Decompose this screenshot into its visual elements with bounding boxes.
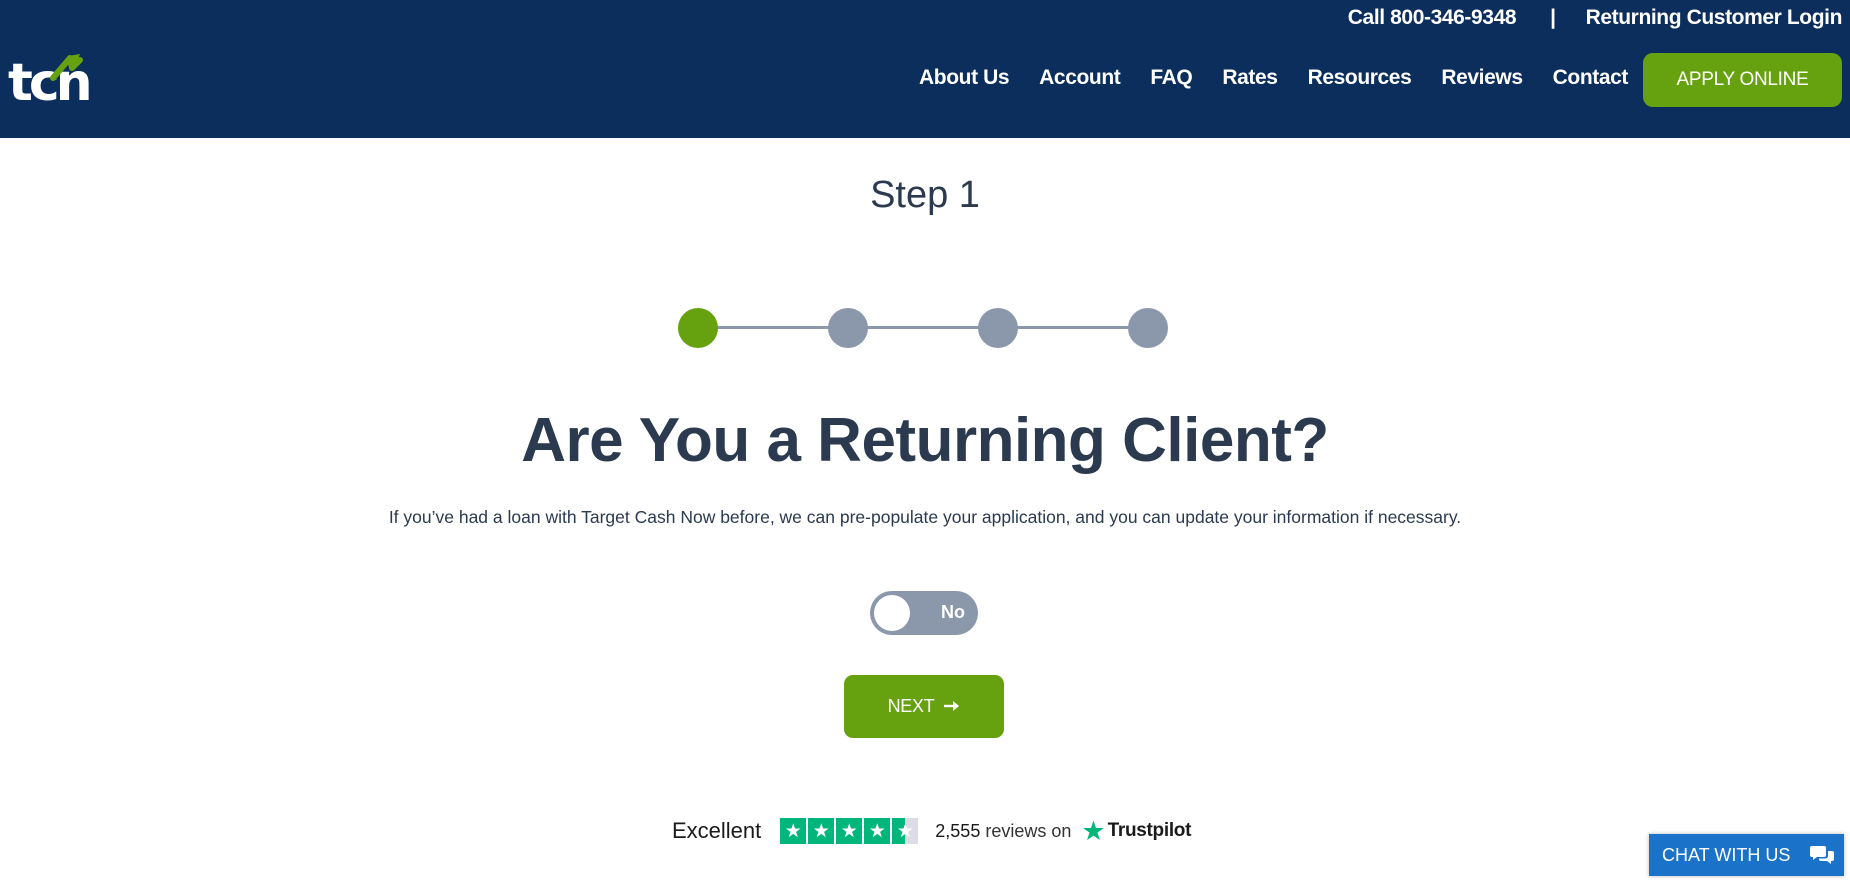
top-bar: Call 800-346-9348 | Returning Customer L…	[1348, 4, 1843, 32]
tcn-logo[interactable]: tcn	[8, 50, 118, 113]
step-title: Step 1	[870, 174, 980, 216]
trustpilot-brand: Trustpilot	[1107, 820, 1192, 841]
nav-contact[interactable]: Contact	[1553, 66, 1629, 90]
reviews-on-text: reviews on	[985, 820, 1072, 841]
chat-with-us-button[interactable]: CHAT WITH US	[1649, 834, 1844, 876]
progress-step-1	[678, 308, 718, 348]
chat-label: CHAT WITH US	[1662, 844, 1791, 865]
star-icon: ★	[808, 818, 835, 844]
returning-client-toggle[interactable]: No	[870, 591, 978, 635]
page-description: If you’ve had a loan with Target Cash No…	[388, 507, 1462, 527]
nav-account[interactable]: Account	[1039, 66, 1121, 90]
trustpilot-logo-star-icon: ★	[1081, 815, 1106, 846]
apply-online-button[interactable]: APPLY ONLINE	[1643, 53, 1842, 107]
site-header: Call 800-346-9348 | Returning Customer L…	[0, 0, 1850, 138]
trustpilot-stars: ★ ★ ★ ★ ★	[780, 818, 920, 844]
nav-resources[interactable]: Resources	[1308, 66, 1412, 90]
phone-link[interactable]: Call 800-346-9348	[1348, 6, 1517, 30]
star-icon: ★	[864, 818, 891, 844]
toggle-label: No	[941, 602, 965, 622]
progress-line	[698, 326, 1150, 329]
review-count: 2,555	[935, 820, 981, 841]
progress-step-4	[1128, 308, 1168, 348]
progress-step-2	[828, 308, 868, 348]
progress-step-3	[978, 308, 1018, 348]
toggle-knob	[874, 595, 910, 631]
returning-customer-login-link[interactable]: Returning Customer Login	[1586, 6, 1843, 30]
nav-reviews[interactable]: Reviews	[1441, 66, 1523, 90]
main-nav: About Us Account FAQ Rates Resources Rev…	[889, 66, 1628, 90]
nav-about-us[interactable]: About Us	[919, 66, 1010, 90]
half-star-icon: ★	[892, 818, 919, 844]
page-headline: Are You a Returning Client?	[521, 406, 1329, 475]
chat-bubbles-icon	[1810, 844, 1834, 866]
next-button[interactable]: NEXT	[844, 675, 1004, 738]
step-progress	[678, 307, 1170, 349]
star-icon: ★	[780, 818, 807, 844]
next-button-label: NEXT	[887, 696, 935, 716]
topbar-separator: |	[1550, 6, 1556, 29]
arrow-right-icon	[944, 696, 960, 717]
nav-rates[interactable]: Rates	[1222, 66, 1278, 90]
trustpilot-widget[interactable]: Excellent ★ ★ ★ ★ ★ 2,555 reviews on ★ T…	[672, 815, 1191, 847]
trustpilot-rating-label: Excellent	[672, 818, 762, 843]
nav-faq[interactable]: FAQ	[1150, 66, 1192, 90]
star-icon: ★	[836, 818, 863, 844]
